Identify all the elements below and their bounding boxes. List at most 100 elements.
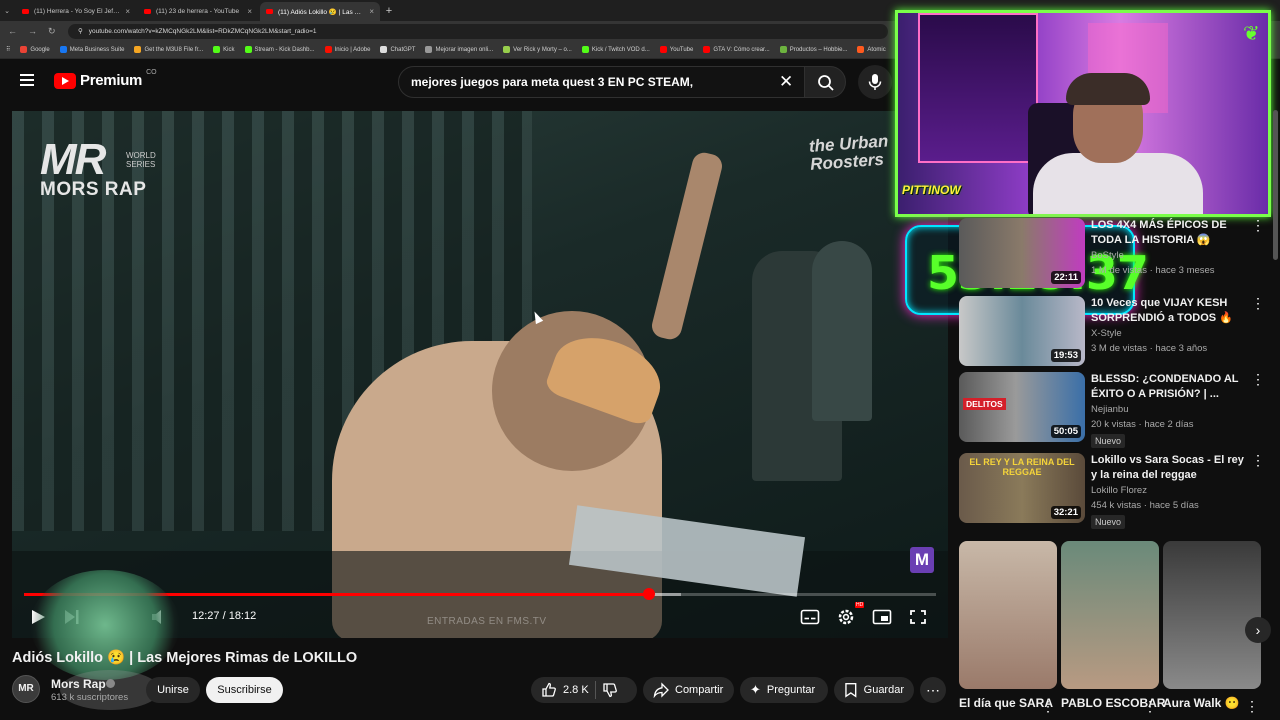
join-button[interactable]: Unirse [146, 677, 200, 703]
page-scrollbar[interactable] [1273, 110, 1278, 260]
browser-tab-3[interactable]: (11) Adiós Lokillo 😢 | Las Mej × [260, 2, 380, 21]
dislike-icon[interactable] [602, 682, 618, 698]
ask-label: Preguntar [766, 684, 816, 696]
subtitles-icon[interactable] [800, 608, 820, 626]
video-thumbnail[interactable]: 22:11 [959, 218, 1085, 288]
bookmark-item[interactable]: YouTube [659, 46, 693, 53]
rec-title[interactable]: BLESSD: ¿CONDENADO AL ÉXITO O A PRISIÓN?… [1091, 372, 1251, 402]
like-count[interactable]: 2.8 K [563, 684, 589, 696]
bookmark-item[interactable]: Get the M3U8 File fr... [134, 46, 203, 53]
bookmark-item[interactable]: Kick / Twitch VOD d... [581, 46, 650, 53]
youtube-favicon-icon [22, 9, 29, 14]
rec-more-icon[interactable]: ⋮ [1251, 218, 1265, 232]
tab-search-icon[interactable]: ⌄ [0, 2, 14, 21]
new-tab-icon[interactable]: + [380, 2, 398, 21]
video-thumbnail[interactable]: DELITOS 50:05 [959, 372, 1085, 442]
channel-name[interactable]: Mors Rap [51, 677, 106, 691]
search-button[interactable] [804, 66, 846, 98]
scrubber-handle[interactable] [642, 588, 655, 600]
recommended-video[interactable]: DELITOS 50:05 BLESSD: ¿CONDENADO AL ÉXIT… [959, 372, 1269, 448]
bookmark-item[interactable]: ChatGPT [380, 46, 415, 53]
channel-watermark[interactable]: M [910, 547, 934, 573]
save-button[interactable]: Guardar [834, 677, 914, 703]
close-tab-icon[interactable]: × [369, 7, 374, 16]
rec-title[interactable]: LOS 4X4 MÁS ÉPICOS DE TODA LA HISTORIA 😱 [1091, 218, 1251, 248]
close-tab-icon[interactable]: × [247, 7, 252, 16]
forward-icon[interactable]: → [28, 26, 38, 36]
miniplayer-icon[interactable] [872, 608, 892, 626]
recommended-video[interactable]: 19:53 10 Veces que VIJAY KESH SORPRENDIÓ… [959, 296, 1269, 368]
ask-button[interactable]: ✦ Preguntar [740, 677, 828, 703]
short-more-icon[interactable]: ⋮ [1245, 698, 1259, 715]
short-thumbnail[interactable] [959, 541, 1057, 689]
bookmark-item[interactable]: Meta Business Suite [59, 46, 124, 53]
short-title[interactable]: Aura Walk 😶 [1163, 696, 1240, 710]
bookmark-item[interactable]: Stream - Kick Dashb... [244, 46, 315, 53]
rec-more-icon[interactable]: ⋮ [1251, 296, 1265, 310]
channel-avatar[interactable]: MR [12, 675, 40, 703]
logo-name: MORS RAP [40, 179, 147, 200]
chevron-right-icon[interactable]: › [1245, 617, 1271, 643]
youtube-favicon-icon [144, 9, 151, 14]
video-thumbnail[interactable]: 19:53 [959, 296, 1085, 366]
bookmark-favicon-icon [779, 46, 787, 53]
duration-badge: 19:53 [1050, 349, 1081, 362]
bookmark-item[interactable]: GTA V: Cómo crear... [703, 46, 770, 53]
short-thumbnail[interactable] [1163, 541, 1261, 689]
verified-icon [106, 679, 115, 688]
video-thumbnail[interactable]: EL REY Y LA REINA DEL REGGAE 32:21 [959, 453, 1085, 523]
bookmark-favicon-icon [244, 46, 252, 53]
clear-search-icon[interactable]: ✕ [779, 72, 793, 92]
browser-tab-1[interactable]: (11) Herrera - Yo Soy El Jefe (Vi × [16, 2, 136, 21]
site-info-icon[interactable]: ⚲ [78, 24, 83, 39]
short-title[interactable]: El día que SARA [959, 696, 1053, 710]
bookmark-item[interactable]: Google [20, 46, 50, 53]
subscribe-button[interactable]: Suscribirse [206, 677, 283, 703]
bookmark-item[interactable]: Mejorar imagen onli... [425, 46, 493, 53]
rec-title[interactable]: 10 Veces que VIJAY KESH SORPRENDIÓ a TOD… [1091, 296, 1251, 326]
hamburger-menu-icon[interactable] [20, 74, 34, 86]
recommended-video[interactable]: 22:11 LOS 4X4 MÁS ÉPICOS DE TODA LA HIST… [959, 218, 1269, 290]
urban-roosters-logo: the Urban Roosters [808, 131, 889, 174]
url-field[interactable]: ⚲ youtube.com/watch?v=kZMCqNGk2LM&list=R… [68, 23, 888, 39]
short-more-icon[interactable]: ⋮ [1041, 698, 1055, 715]
bookmark-item[interactable]: Ver Rick y Morty – o... [503, 46, 572, 53]
video-player[interactable]: MR WORLD SERIES MORS RAP the Urban Roost… [12, 111, 948, 638]
rec-more-icon[interactable]: ⋮ [1251, 453, 1265, 467]
rec-channel[interactable]: BoStyle [1091, 250, 1124, 261]
settings-gear-icon[interactable] [836, 608, 856, 626]
bookmark-item[interactable]: Inicio | Adobe [324, 46, 370, 53]
rec-meta: 3 M de vistas · hace 3 años [1091, 343, 1208, 354]
duration-badge: 22:11 [1051, 271, 1081, 284]
more-actions-icon[interactable]: ⋯ [920, 677, 946, 703]
bookmark-item[interactable]: Kick [213, 46, 235, 53]
youtube-premium-logo[interactable]: Premium CO [54, 69, 157, 89]
short-more-icon[interactable]: ⋮ [1143, 698, 1157, 715]
recommended-video[interactable]: EL REY Y LA REINA DEL REGGAE 32:21 Lokil… [959, 453, 1269, 529]
short-thumbnail[interactable] [1061, 541, 1159, 689]
apps-icon[interactable]: ⠿ [6, 46, 10, 53]
bookmark-item[interactable]: Productos – Hobbie... [779, 46, 847, 53]
back-icon[interactable]: ← [8, 26, 18, 36]
rec-title[interactable]: Lokillo vs Sara Socas - El rey y la rein… [1091, 453, 1251, 483]
bookmark-icon [845, 682, 857, 698]
rec-more-icon[interactable]: ⋮ [1251, 372, 1265, 386]
share-button[interactable]: Compartir [643, 677, 734, 703]
share-label: Compartir [675, 684, 724, 696]
close-tab-icon[interactable]: × [125, 7, 130, 16]
rec-channel[interactable]: Lokillo Florez [1091, 485, 1147, 496]
like-icon[interactable] [541, 682, 557, 698]
bookmark-favicon-icon [503, 46, 511, 53]
fullscreen-icon[interactable] [908, 608, 928, 626]
search-input[interactable]: mejores juegos para meta quest 3 EN PC S… [398, 66, 808, 98]
voice-search-button[interactable] [858, 65, 892, 99]
bookmark-item[interactable]: Atomic [857, 46, 886, 53]
thumbnail-label: DELITOS [963, 398, 1006, 410]
rec-channel[interactable]: X-Style [1091, 328, 1122, 339]
bookmark-favicon-icon [703, 46, 711, 53]
reload-icon[interactable]: ↻ [48, 26, 58, 37]
browser-tab-2[interactable]: (11) 23 de herrera - YouTube × [138, 2, 258, 21]
new-badge: Nuevo [1091, 434, 1126, 448]
mors-rap-logo: MR WORLD SERIES MORS RAP [40, 138, 156, 201]
rec-channel[interactable]: Nejianbu [1091, 404, 1129, 415]
